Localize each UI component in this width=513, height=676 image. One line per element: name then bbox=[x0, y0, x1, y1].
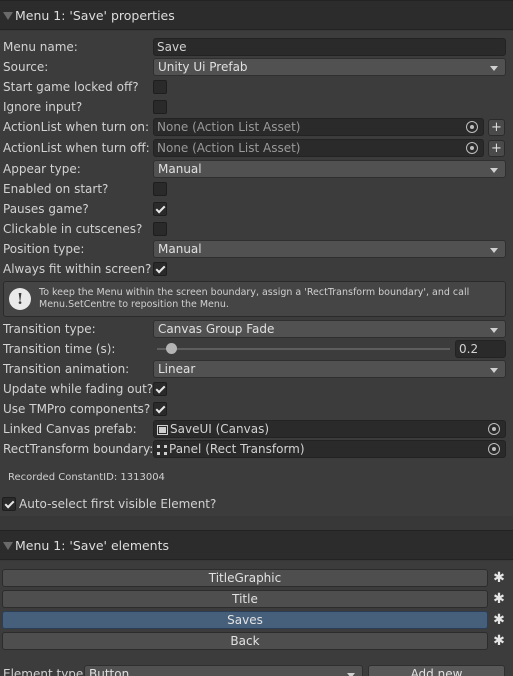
position-type-label: Position type: bbox=[3, 242, 85, 256]
gear-icon[interactable]: ✱ bbox=[492, 592, 506, 606]
element-type-dropdown[interactable]: Button bbox=[84, 665, 363, 676]
element-button-titlegraphic[interactable]: TitleGraphic bbox=[2, 569, 488, 587]
actionlist-on-label: ActionList when turn on: bbox=[3, 120, 150, 134]
element-button-saves[interactable]: Saves bbox=[2, 611, 488, 629]
actionlist-on-add-button[interactable]: + bbox=[488, 119, 505, 136]
appear-type-value: Manual bbox=[158, 162, 202, 176]
transition-type-dropdown[interactable]: Canvas Group Fade bbox=[153, 320, 506, 338]
chevron-down-icon bbox=[490, 328, 498, 333]
actionlist-on-field[interactable]: None (Action List Asset) bbox=[153, 118, 484, 136]
source-label: Source: bbox=[3, 60, 49, 74]
always-fit-label: Always fit within screen? bbox=[3, 262, 152, 276]
update-fading-label: Update while fading out? bbox=[3, 382, 154, 396]
rect-boundary-field[interactable]: Panel (Rect Transform) bbox=[153, 440, 506, 458]
element-button-title[interactable]: Title bbox=[2, 590, 488, 608]
rect-boundary-value: Panel (Rect Transform) bbox=[169, 442, 305, 456]
transition-time-input[interactable]: 0.2 bbox=[455, 340, 506, 358]
foldout-arrow-icon[interactable] bbox=[3, 12, 13, 20]
appear-type-dropdown[interactable]: Manual bbox=[153, 160, 506, 178]
help-box: ! To keep the Menu within the screen bou… bbox=[3, 281, 506, 317]
object-picker-icon[interactable] bbox=[488, 423, 500, 435]
rect-boundary-label: RectTransform boundary: bbox=[3, 442, 154, 456]
transition-time-label: Transition time (s): bbox=[3, 342, 116, 356]
use-tmpro-label: Use TMPro components? bbox=[3, 402, 151, 416]
always-fit-checkbox[interactable] bbox=[153, 262, 167, 276]
warning-icon: ! bbox=[9, 288, 31, 310]
position-type-dropdown[interactable]: Manual bbox=[153, 240, 506, 258]
elements-foldout-header[interactable]: Menu 1: 'Save' elements bbox=[0, 530, 513, 560]
transition-animation-dropdown[interactable]: Linear bbox=[153, 360, 506, 378]
help-text: To keep the Menu within the screen bound… bbox=[39, 287, 470, 310]
update-fading-checkbox[interactable] bbox=[153, 382, 167, 396]
appear-type-label: Appear type: bbox=[3, 162, 81, 176]
transition-animation-label: Transition animation: bbox=[3, 362, 130, 376]
linked-canvas-value: SaveUI (Canvas) bbox=[170, 422, 269, 436]
object-picker-icon[interactable] bbox=[466, 121, 478, 133]
transition-type-label: Transition type: bbox=[3, 322, 96, 336]
actionlist-off-label: ActionList when turn off: bbox=[3, 141, 150, 155]
object-picker-icon[interactable] bbox=[488, 443, 500, 455]
gear-icon[interactable]: ✱ bbox=[492, 571, 506, 585]
constant-id-text: Recorded ConstantID: 1313004 bbox=[8, 472, 165, 483]
source-dropdown[interactable]: Unity Ui Prefab bbox=[153, 58, 506, 76]
element-type-label: Element type: bbox=[3, 667, 88, 676]
transition-time-slider-track[interactable] bbox=[157, 348, 450, 350]
position-type-value: Manual bbox=[158, 242, 202, 256]
enabled-on-start-label: Enabled on start? bbox=[3, 182, 109, 196]
actionlist-off-add-button[interactable]: + bbox=[488, 140, 505, 157]
clickable-cutscenes-label: Clickable in cutscenes? bbox=[3, 222, 143, 236]
source-value: Unity Ui Prefab bbox=[158, 60, 248, 74]
pauses-game-label: Pauses game? bbox=[3, 202, 89, 216]
rect-transform-icon bbox=[157, 444, 167, 455]
ignore-input-label: Ignore input? bbox=[3, 100, 83, 114]
chevron-down-icon bbox=[490, 66, 498, 71]
properties-foldout-header[interactable]: Menu 1: 'Save' properties bbox=[0, 0, 513, 30]
gear-icon[interactable]: ✱ bbox=[492, 613, 506, 627]
start-locked-off-checkbox[interactable] bbox=[153, 80, 167, 94]
pauses-game-checkbox[interactable] bbox=[153, 202, 167, 216]
use-tmpro-checkbox[interactable] bbox=[153, 402, 167, 416]
add-new-button[interactable]: Add new bbox=[368, 665, 505, 676]
element-type-value: Button bbox=[89, 667, 130, 676]
actionlist-off-field[interactable]: None (Action List Asset) bbox=[153, 139, 484, 157]
menu-name-label: Menu name: bbox=[3, 40, 78, 54]
element-button-back[interactable]: Back bbox=[2, 632, 488, 650]
auto-select-checkbox[interactable] bbox=[2, 497, 16, 511]
menu-name-input[interactable]: Save bbox=[153, 38, 506, 56]
start-locked-off-label: Start game locked off? bbox=[3, 80, 139, 94]
canvas-icon bbox=[157, 424, 168, 435]
clickable-cutscenes-checkbox[interactable] bbox=[153, 222, 167, 236]
transition-type-value: Canvas Group Fade bbox=[158, 322, 275, 336]
chevron-down-icon bbox=[490, 368, 498, 373]
linked-canvas-field[interactable]: SaveUI (Canvas) bbox=[153, 420, 506, 438]
auto-select-label: Auto-select first visible Element? bbox=[19, 497, 217, 511]
properties-header-title: Menu 1: 'Save' properties bbox=[15, 8, 175, 23]
chevron-down-icon bbox=[490, 168, 498, 173]
transition-animation-value: Linear bbox=[158, 362, 196, 376]
enabled-on-start-checkbox[interactable] bbox=[153, 182, 167, 196]
foldout-arrow-icon[interactable] bbox=[3, 542, 13, 550]
elements-header-title: Menu 1: 'Save' elements bbox=[15, 538, 170, 553]
gear-icon[interactable]: ✱ bbox=[492, 634, 506, 648]
ignore-input-checkbox[interactable] bbox=[153, 100, 167, 114]
actionlist-off-value: None (Action List Asset) bbox=[157, 141, 301, 155]
object-picker-icon[interactable] bbox=[466, 142, 478, 154]
chevron-down-icon bbox=[490, 248, 498, 253]
actionlist-on-value: None (Action List Asset) bbox=[157, 120, 301, 134]
linked-canvas-label: Linked Canvas prefab: bbox=[3, 422, 137, 436]
